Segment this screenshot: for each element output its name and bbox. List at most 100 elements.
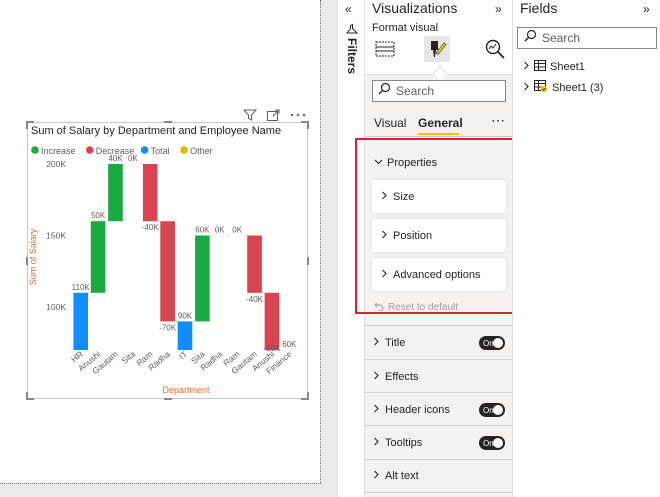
fields-pane: Fields » Sheet1 Sheet1 (3) [512,0,660,497]
size-card-label: Size [393,190,415,203]
data-label: -40K [246,295,264,304]
title-section[interactable]: Title On [365,325,513,359]
position-card-label: Position [393,229,433,242]
table-icon [534,60,546,74]
chevron-right-icon [522,82,530,94]
tabs-divider [365,136,513,137]
y-tick-label: 100K [46,302,66,312]
report-canvas: Sum of Salary by Department and Employee… [0,0,337,497]
waterfall-bar [177,321,193,350]
collapse-fields-icon[interactable]: » [643,2,650,16]
chevron-down-icon [374,157,383,169]
tab-general[interactable]: General [418,116,463,130]
data-label: 0K [232,226,242,235]
waterfall-chart: Sum of Salary by Department and Employee… [28,125,297,395]
reset-label: Reset to default [388,302,459,313]
properties-header[interactable]: Properties [374,157,437,169]
focus-mode-icon[interactable] [266,108,280,122]
page-boundary [320,0,321,484]
fields-search-input[interactable] [542,31,642,45]
waterfall-visual[interactable]: Sum of Salary by Department and Employee… [26,121,309,400]
alt-text-section[interactable]: Alt text [365,459,513,493]
collapse-visualizations-icon[interactable]: » [495,2,502,16]
analytics-icon[interactable] [482,36,508,62]
waterfall-bar [73,292,88,350]
table-label: Sheet1 (3) [552,82,604,94]
chevron-right-icon [372,404,380,416]
chevron-right-icon [522,61,530,73]
format-visual-label: Format visual [372,22,439,34]
chevron-right-icon [380,191,388,203]
data-label: 60K [195,226,210,235]
alt-text-section-label: Alt text [385,470,419,482]
legend-marker-other [180,146,188,154]
format-visual-icon[interactable] [424,36,450,62]
effects-section-label: Effects [385,370,419,383]
legend-marker-decrease [86,146,94,154]
data-label: 60K [282,340,297,349]
title-toggle[interactable]: On [479,336,505,350]
legend-label-other: Other [190,146,213,156]
chevron-right-icon [372,437,380,449]
y-axis-label: Sum of Salary [28,228,38,285]
waterfall-bar [108,164,123,222]
visual-header [242,108,307,122]
data-label: 50K [91,211,106,220]
header-icons-toggle[interactable]: On [479,403,505,417]
page-boundary-bottom [0,483,321,484]
active-tab-indicator [418,133,459,135]
fields-search-box[interactable] [517,27,657,49]
tab-visual[interactable]: Visual [374,116,406,130]
size-card[interactable]: Size [372,180,506,213]
search-icon [378,82,391,100]
waterfall-bar [160,221,175,322]
more-options-icon[interactable]: ⋯ [491,112,506,129]
table-item-sheet1-3[interactable]: Sheet1 (3) [522,80,603,96]
advanced-options-card-label: Advanced options [393,268,481,281]
chevron-right-icon [372,337,380,349]
chevron-right-icon [372,371,380,383]
legend-marker-total [140,146,149,154]
visualizations-title: Visualizations [372,0,458,16]
effects-section[interactable]: Effects [365,359,513,393]
legend-marker-increase [31,146,39,154]
chevron-right-icon [380,230,388,242]
format-search-box[interactable] [372,80,506,102]
legend-label-increase: Increase [41,146,76,156]
chevron-right-icon [372,470,380,482]
advanced-options-card[interactable]: Advanced options [372,258,506,291]
filter-icon[interactable] [242,108,258,122]
visualizations-pane: Visualizations » Format visual Visual Ge… [355,0,519,497]
data-label: 90K [178,311,193,320]
more-options-icon[interactable] [289,108,307,122]
waterfall-bar [90,221,106,293]
waterfall-bar [264,292,280,350]
x-axis-label: Department [162,385,210,395]
data-label: 40K [108,154,123,163]
format-search-input[interactable] [396,84,496,98]
data-label: -70K [159,323,177,332]
format-tabs: Visual General ⋯ [374,112,506,136]
data-label: 0K [215,226,225,235]
header-icons-section-label: Header icons [385,403,450,416]
waterfall-bar [247,235,262,293]
data-label: -40K [142,223,160,232]
collapse-filters-icon[interactable]: « [345,2,352,16]
tooltips-section-label: Tooltips [385,436,423,449]
title-section-label: Title [385,336,406,349]
build-visual-icon[interactable] [372,36,398,62]
reset-to-default-button[interactable]: Reset to default [374,301,458,314]
tooltips-section[interactable]: Tooltips On [365,425,513,459]
header-icons-section[interactable]: Header icons On [365,392,513,426]
table-item-sheet1[interactable]: Sheet1 [522,60,585,74]
undo-icon [374,301,384,314]
fields-title: Fields [520,0,558,16]
visualization-mode-icons [372,36,507,68]
data-label: 0K [128,154,138,163]
tooltips-toggle[interactable]: On [479,436,505,450]
filters-pane[interactable]: « Filters [337,0,364,497]
properties-label: Properties [387,157,438,169]
position-card[interactable]: Position [372,219,506,252]
filters-label[interactable]: Filters [345,38,359,74]
y-tick-label: 150K [46,231,66,241]
